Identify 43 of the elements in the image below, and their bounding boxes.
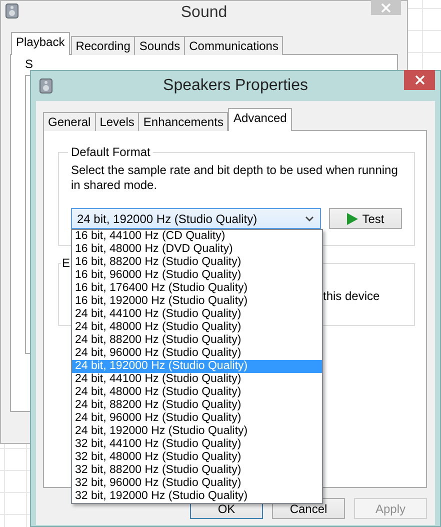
- dropdown-option[interactable]: 16 bit, 44100 Hz (CD Quality): [72, 230, 322, 243]
- tab[interactable]: Advanced: [228, 108, 292, 131]
- dropdown-option[interactable]: 16 bit, 192000 Hz (Studio Quality): [72, 295, 322, 308]
- dropdown-option[interactable]: 32 bit, 88200 Hz (Studio Quality): [72, 464, 322, 477]
- close-icon: [381, 2, 391, 12]
- tab[interactable]: Levels: [94, 112, 140, 131]
- dropdown-option[interactable]: 16 bit, 88200 Hz (Studio Quality): [72, 256, 322, 269]
- speaker-icon: [5, 3, 19, 19]
- format-dropdown[interactable]: 24 bit, 192000 Hz (Studio Quality): [71, 208, 322, 229]
- dropdown-option[interactable]: 32 bit, 48000 Hz (Studio Quality): [72, 451, 322, 464]
- dropdown-option[interactable]: 24 bit, 192000 Hz (Studio Quality): [72, 425, 322, 438]
- tab[interactable]: Playback: [11, 32, 70, 55]
- dropdown-option[interactable]: 24 bit, 44100 Hz (Studio Quality): [72, 308, 322, 321]
- tab[interactable]: Enhancements: [138, 112, 228, 131]
- dropdown-option[interactable]: 24 bit, 44100 Hz (Studio Quality): [72, 373, 322, 386]
- dropdown-option[interactable]: 24 bit, 96000 Hz (Studio Quality): [72, 412, 322, 425]
- dropdown-option[interactable]: 32 bit, 96000 Hz (Studio Quality): [72, 477, 322, 490]
- dropdown-option[interactable]: 24 bit, 48000 Hz (Studio Quality): [72, 386, 322, 399]
- dropdown-option[interactable]: 16 bit, 96000 Hz (Studio Quality): [72, 269, 322, 282]
- instruction-text: S: [25, 57, 34, 71]
- test-button[interactable]: Test: [329, 208, 402, 229]
- tab[interactable]: Sounds: [134, 36, 186, 55]
- dropdown-option[interactable]: 24 bit, 48000 Hz (Studio Quality): [72, 321, 322, 334]
- option-text: this device: [323, 289, 380, 303]
- dropdown-option[interactable]: 16 bit, 176400 Hz (Studio Quality): [72, 282, 322, 295]
- play-icon: [347, 212, 358, 224]
- tab[interactable]: Communications: [184, 36, 284, 55]
- tab[interactable]: Recording: [70, 36, 136, 55]
- group-title: Default Format: [70, 145, 152, 159]
- dropdown-option[interactable]: 16 bit, 48000 Hz (DVD Quality): [72, 243, 322, 256]
- dropdown-option[interactable]: 24 bit, 88200 Hz (Studio Quality): [72, 334, 322, 347]
- window-title: Sound: [180, 4, 228, 22]
- tab[interactable]: General: [43, 112, 96, 131]
- speaker-icon: [39, 78, 53, 94]
- close-icon: [414, 75, 424, 85]
- dialog-title: Speakers Properties: [163, 77, 308, 95]
- dropdown-option[interactable]: 24 bit, 88200 Hz (Studio Quality): [72, 399, 322, 412]
- dropdown-option[interactable]: 24 bit, 96000 Hz (Studio Quality): [72, 347, 322, 360]
- dropdown-option[interactable]: 32 bit, 44100 Hz (Studio Quality): [72, 438, 322, 451]
- close-button[interactable]: [404, 70, 435, 90]
- description-text: Select the sample rate and bit depth to be used when running in shared mode.: [71, 163, 399, 193]
- group-title: E: [61, 256, 72, 270]
- chevron-icon: [305, 216, 314, 222]
